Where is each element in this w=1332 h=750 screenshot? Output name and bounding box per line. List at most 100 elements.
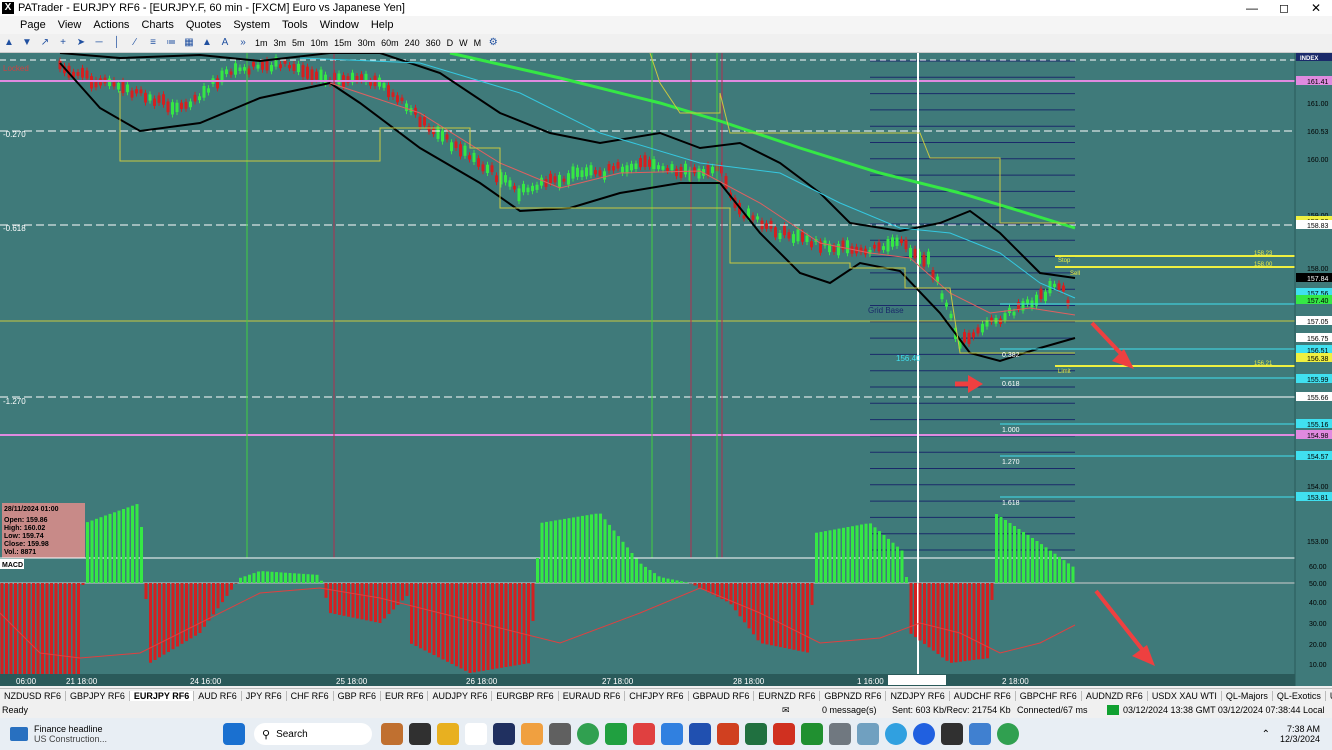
menu-view[interactable]: View xyxy=(52,19,88,31)
symbol-tab[interactable]: AUDJPY RF6 xyxy=(428,691,493,701)
chart-area[interactable]: Locked -0.270 -0.618 -1.270 Grid Base 15… xyxy=(0,51,1332,693)
period-240[interactable]: 240 xyxy=(402,38,423,48)
period-360[interactable]: 360 xyxy=(423,38,444,48)
chrome-icon-2[interactable] xyxy=(997,723,1019,745)
menu-page[interactable]: Page xyxy=(0,19,52,31)
maximize-button[interactable]: ◻ xyxy=(1268,0,1300,16)
symbol-tab[interactable]: NZDJPY RF6 xyxy=(886,691,950,701)
period-m[interactable]: M xyxy=(471,38,485,48)
menu-help[interactable]: Help xyxy=(365,19,400,31)
menu-actions[interactable]: Actions xyxy=(87,19,135,31)
menu-system[interactable]: System xyxy=(227,19,276,31)
symbol-tab[interactable]: AUDNZD RF6 xyxy=(1082,691,1148,701)
settings-gear-icon[interactable] xyxy=(829,723,851,745)
symbol-tab[interactable]: EURJPY RF6 xyxy=(129,691,195,701)
symbol-tab[interactable]: NZDUSD RF6 xyxy=(0,691,67,701)
period-5m[interactable]: 5m xyxy=(289,38,308,48)
symbol-tab[interactable]: CHF RF6 xyxy=(287,691,334,701)
trading-app-icon[interactable] xyxy=(493,723,515,745)
symbol-tab[interactable]: EURGBP RF6 xyxy=(492,691,559,701)
status-messages[interactable]: 0 message(s) xyxy=(822,705,892,715)
close-button[interactable]: ✕ xyxy=(1300,0,1332,16)
symbol-tab[interactable]: AUD RF6 xyxy=(194,691,242,701)
snipping-tool-icon[interactable] xyxy=(969,723,991,745)
period-15m[interactable]: 15m xyxy=(331,38,355,48)
symbol-tab[interactable]: EURNZD RF6 xyxy=(754,691,821,701)
more-tools-icon[interactable]: » xyxy=(235,36,251,50)
hline-tool-icon[interactable]: ─ xyxy=(91,36,107,50)
symbol-tab[interactable]: AUDCHF RF6 xyxy=(950,691,1016,701)
chrome-icon[interactable] xyxy=(577,723,599,745)
symbol-tab[interactable]: USDX RF6 xyxy=(1326,691,1332,701)
symbol-tab[interactable]: USDX XAU WTI xyxy=(1148,691,1222,701)
symbol-tab[interactable]: CHFJPY RF6 xyxy=(625,691,689,701)
settings-icon[interactable]: ⚙ xyxy=(485,36,501,50)
candle-body xyxy=(288,65,291,69)
price-axis[interactable] xyxy=(1295,53,1332,686)
limit-order-value: 156.21 xyxy=(1254,361,1273,367)
channel-tool-icon[interactable]: ≔ xyxy=(163,36,179,50)
news-widget[interactable]: Finance headline US Construction... xyxy=(10,724,220,744)
macd-bar xyxy=(963,583,967,662)
symbol-tab[interactable]: GBPNZD RF6 xyxy=(820,691,887,701)
trendline-tool-icon[interactable]: ∕ xyxy=(127,36,143,50)
menu-tools[interactable]: Tools xyxy=(276,19,314,31)
symbol-tab[interactable]: JPY RF6 xyxy=(242,691,287,701)
period-10m[interactable]: 10m xyxy=(308,38,332,48)
chart-icon[interactable]: ↗ xyxy=(37,36,53,50)
symbol-tab[interactable]: EURAUD RF6 xyxy=(559,691,626,701)
excel-icon[interactable] xyxy=(745,723,767,745)
telegram-icon[interactable] xyxy=(885,723,907,745)
word-icon[interactable] xyxy=(689,723,711,745)
pointer-icon[interactable]: ➤ xyxy=(73,36,89,50)
symbol-tab[interactable]: GBPAUD RF6 xyxy=(689,691,755,701)
taskbar-search[interactable]: ⚲ Search xyxy=(254,723,372,745)
minimize-button[interactable]: — xyxy=(1236,0,1268,16)
app-icon-orange[interactable] xyxy=(521,723,543,745)
zoom-icon[interactable] xyxy=(913,723,935,745)
crosshair-icon[interactable]: + xyxy=(55,36,71,50)
fan-tool-icon[interactable]: ▲ xyxy=(199,36,215,50)
bear-tool-icon[interactable]: ▼ xyxy=(19,36,35,50)
briefcase-icon[interactable] xyxy=(381,723,403,745)
symbol-tab[interactable]: GBP RF6 xyxy=(334,691,381,701)
grid-tool-icon[interactable]: ▦ xyxy=(181,36,197,50)
low-price-label: 156.40 xyxy=(896,354,921,363)
bull-tool-icon[interactable]: ▲ xyxy=(1,36,17,50)
vantage-icon[interactable] xyxy=(605,723,627,745)
file-explorer-icon[interactable] xyxy=(437,723,459,745)
taskbar-clock[interactable]: 7:38 AM 12/3/2024 xyxy=(1280,724,1320,744)
period-30m[interactable]: 30m xyxy=(355,38,379,48)
powerpoint-icon[interactable] xyxy=(717,723,739,745)
symbol-tab[interactable]: GBPCHF RF6 xyxy=(1016,691,1082,701)
app-icon-green-c[interactable] xyxy=(801,723,823,745)
macd-bar xyxy=(959,583,962,662)
menu-window[interactable]: Window xyxy=(314,19,365,31)
menu-quotes[interactable]: Quotes xyxy=(180,19,227,31)
period-3m[interactable]: 3m xyxy=(271,38,290,48)
period-w[interactable]: W xyxy=(456,38,471,48)
app-icon-s-red[interactable] xyxy=(633,723,655,745)
vline-tool-icon[interactable]: │ xyxy=(109,36,125,50)
app-icon-red-square[interactable] xyxy=(773,723,795,745)
symbol-tab[interactable]: EUR RF6 xyxy=(381,691,429,701)
app-icon-dark[interactable] xyxy=(941,723,963,745)
period-1m[interactable]: 1m xyxy=(252,38,271,48)
fib-tool-icon[interactable]: ≡ xyxy=(145,36,161,50)
start-icon[interactable] xyxy=(223,723,245,745)
symbol-tab[interactable]: GBPJPY RF6 xyxy=(66,691,130,701)
period-d[interactable]: D xyxy=(444,38,457,48)
task-view-icon[interactable] xyxy=(409,723,431,745)
symbol-tab[interactable]: QL-Majors xyxy=(1222,691,1273,701)
text-tool-icon[interactable]: A xyxy=(217,36,233,50)
menu-charts[interactable]: Charts xyxy=(135,19,179,31)
symbol-tab[interactable]: QL-Exotics xyxy=(1273,691,1326,701)
period-60m[interactable]: 60m xyxy=(378,38,402,48)
app-icon-mail[interactable] xyxy=(857,723,879,745)
app-icon-s-blue[interactable] xyxy=(661,723,683,745)
calculator-icon[interactable] xyxy=(549,723,571,745)
tray-chevron-icon[interactable]: ⌃ xyxy=(1262,729,1270,740)
price-chart[interactable]: Locked -0.270 -0.618 -1.270 Grid Base 15… xyxy=(0,51,1332,693)
message-icon[interactable]: ✉ xyxy=(782,705,822,716)
patrader-icon[interactable] xyxy=(465,723,487,745)
